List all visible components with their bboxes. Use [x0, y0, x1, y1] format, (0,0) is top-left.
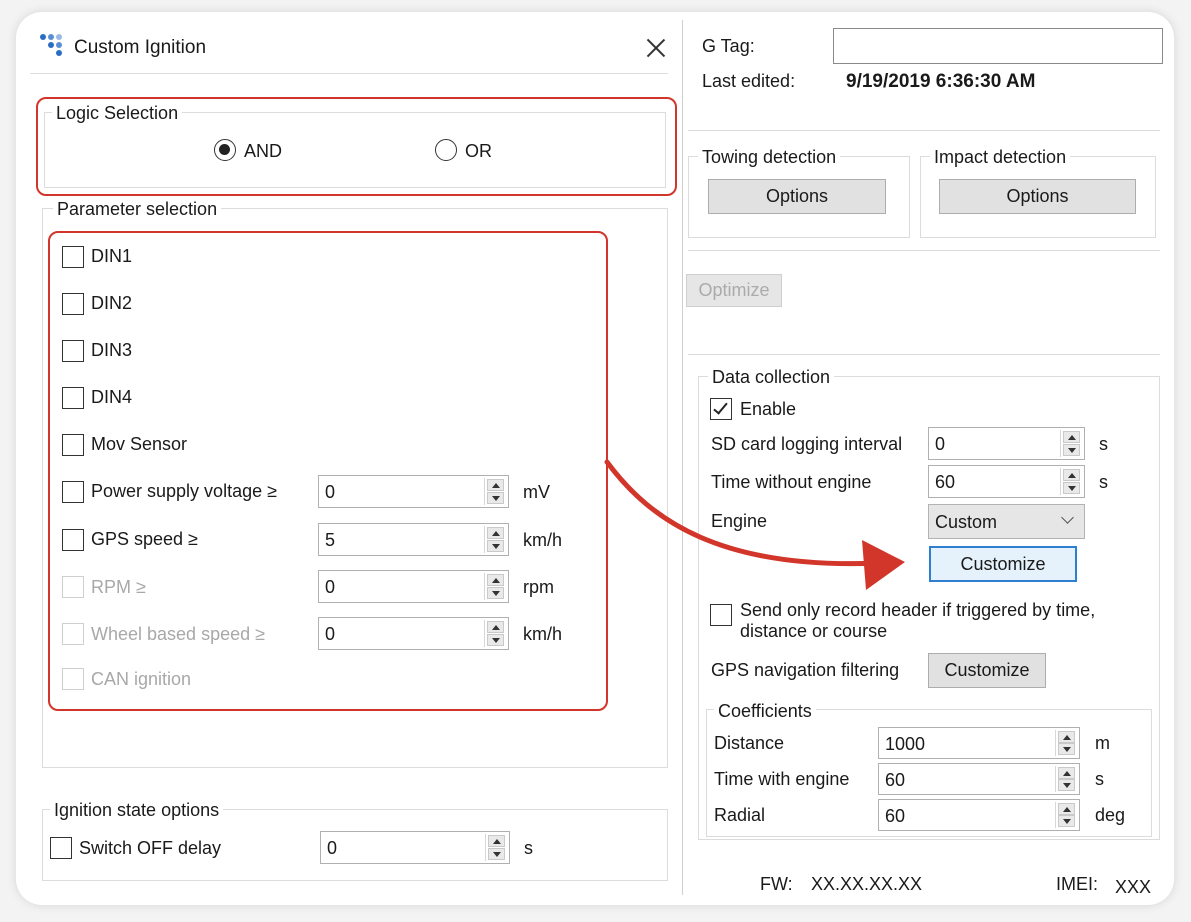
annotation-arrow-icon — [604, 459, 905, 590]
